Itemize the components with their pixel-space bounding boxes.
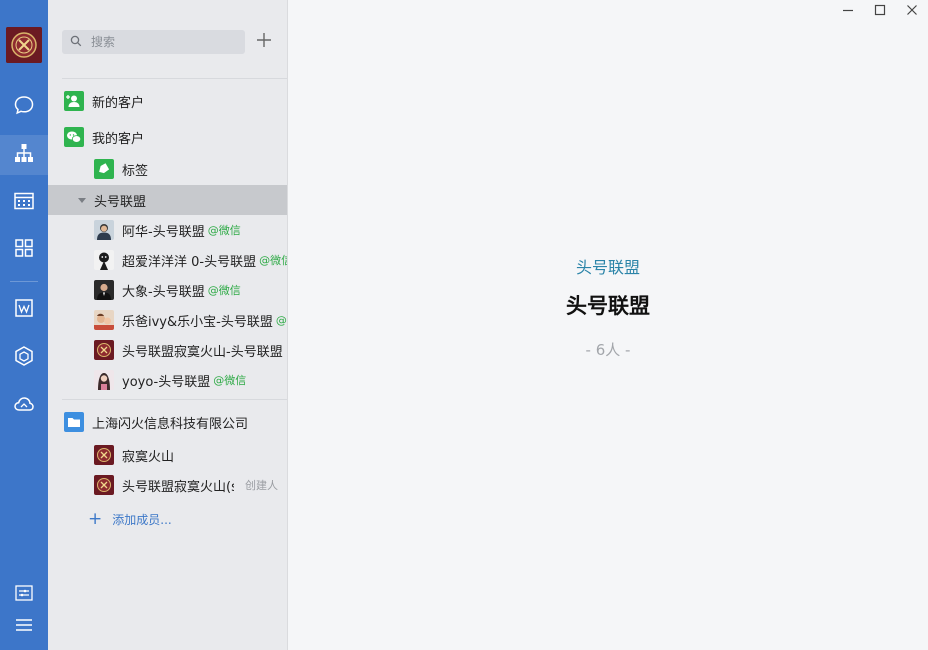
my-customers-label: 我的客户 <box>92 131 145 147</box>
avatar <box>94 280 114 300</box>
hamburger-icon <box>13 614 35 640</box>
avatar <box>94 445 114 465</box>
tag-icon <box>94 159 114 179</box>
document-icon <box>13 297 35 323</box>
avatar <box>94 310 114 330</box>
contacts-panel: 新的客户 我的客户 标签 头号联盟 阿华-头号联盟 @微信 超爱洋洋洋 0-头号… <box>48 0 288 650</box>
minimize-button[interactable] <box>836 3 860 21</box>
panel-divider <box>62 399 287 400</box>
close-button[interactable] <box>900 3 924 21</box>
list-item[interactable]: 头号联盟寂寞火山-头号联盟 <box>48 335 287 365</box>
wechat-source-tag: @微信 <box>259 254 287 267</box>
add-member-link[interactable]: + 添加成员... <box>88 508 172 530</box>
contacts-nav-button[interactable] <box>0 135 48 175</box>
search-input[interactable] <box>91 35 231 49</box>
member-name: yoyo-头号联盟 <box>122 374 211 390</box>
tags-item[interactable]: 标签 <box>48 154 287 184</box>
main-menu-button[interactable] <box>0 607 48 647</box>
org-chart-icon <box>13 142 35 168</box>
member-name: 头号联盟寂寞火山-头号联盟 <box>122 344 283 360</box>
panel-divider <box>62 78 287 79</box>
member-name: 寂寞火山 <box>122 449 175 465</box>
user-avatar[interactable] <box>6 27 42 63</box>
list-item[interactable]: 超爱洋洋洋 0-头号联盟 @微信 <box>48 245 287 275</box>
avatar <box>94 220 114 240</box>
member-name: 头号联盟寂寞火山(s <box>122 479 234 495</box>
rail-divider <box>10 281 38 282</box>
avatar <box>94 475 114 495</box>
avatar <box>94 340 114 360</box>
calendar-nav-button[interactable] <box>0 183 48 223</box>
wechat-source-tag: @ <box>275 313 287 327</box>
add-contact-icon <box>64 91 84 111</box>
chat-bubble-icon <box>13 94 35 120</box>
new-customers-item[interactable]: 新的客户 <box>48 86 287 116</box>
search-icon <box>70 35 91 50</box>
apps-nav-button[interactable] <box>0 230 48 270</box>
search-box[interactable] <box>62 30 245 54</box>
group-name-label: 头号联盟 <box>94 194 147 210</box>
chevron-down-icon <box>78 197 86 203</box>
member-count: - 6人 - <box>585 341 631 359</box>
wechat-source-tag: @微信 <box>207 224 241 237</box>
wechat-source-tag: @微信 <box>213 374 247 387</box>
avatar <box>94 370 114 390</box>
company-item[interactable]: 上海闪火信息科技有限公司 <box>48 407 287 437</box>
workbench-nav-button[interactable] <box>0 338 48 378</box>
maximize-icon <box>874 4 886 20</box>
close-icon <box>906 4 918 20</box>
nav-rail <box>0 0 48 650</box>
wechat-source-tag: @微信 <box>207 284 241 297</box>
member-name: 大象-头号联盟 <box>122 284 205 300</box>
detail-pane: 头号联盟 头号联盟 - 6人 - <box>288 0 928 650</box>
minimize-icon <box>842 4 854 20</box>
maximize-button[interactable] <box>868 3 892 21</box>
wechat-icon <box>64 127 84 147</box>
apps-grid-icon <box>13 237 35 263</box>
list-item[interactable]: yoyo-头号联盟 @微信 <box>48 365 287 395</box>
sliders-icon <box>13 582 35 608</box>
member-name: 超爱洋洋洋 0-头号联盟 <box>122 254 257 270</box>
group-header-toutou[interactable]: 头号联盟 <box>48 185 287 215</box>
member-name: 阿华-头号联盟 <box>122 224 205 240</box>
add-member-label: 添加成员... <box>112 512 172 527</box>
list-item[interactable]: 大象-头号联盟 @微信 <box>48 275 287 305</box>
list-item[interactable]: 头号联盟寂寞火山(s 创建人 <box>48 470 287 500</box>
plus-icon <box>256 32 272 52</box>
list-item[interactable]: 乐爸ivy&乐小宝-头号联盟 @ <box>48 305 287 335</box>
cloud-icon <box>13 393 35 419</box>
member-name: 乐爸ivy&乐小宝-头号联盟 <box>122 314 273 330</box>
list-item[interactable]: 寂寞火山 <box>48 440 287 470</box>
company-name-label: 上海闪火信息科技有限公司 <box>92 416 249 432</box>
calendar-icon <box>13 190 35 216</box>
cloud-nav-button[interactable] <box>0 386 48 426</box>
group-label: 头号联盟 <box>575 258 640 277</box>
creator-badge: 创建人 <box>245 479 278 492</box>
new-customers-label: 新的客户 <box>92 95 145 111</box>
docs-nav-button[interactable] <box>0 290 48 330</box>
avatar <box>94 250 114 270</box>
group-title: 头号联盟 <box>566 294 650 318</box>
tags-label: 标签 <box>122 163 149 179</box>
folder-icon <box>64 412 84 432</box>
chat-nav-button[interactable] <box>0 87 48 127</box>
hexagon-icon <box>13 345 35 371</box>
my-customers-item[interactable]: 我的客户 <box>48 122 287 152</box>
list-item[interactable]: 阿华-头号联盟 @微信 <box>48 215 287 245</box>
plus-icon: + <box>88 508 103 529</box>
add-button[interactable] <box>253 30 275 54</box>
